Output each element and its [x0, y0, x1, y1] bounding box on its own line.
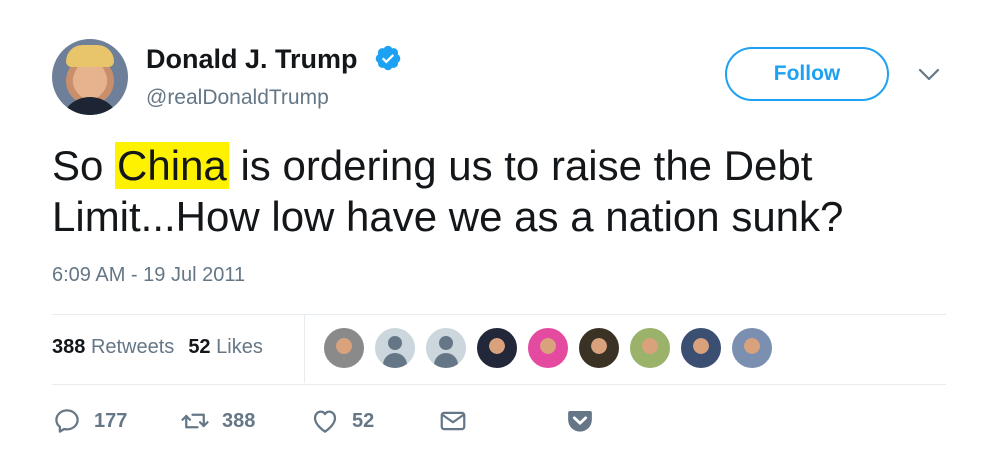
reply-count: 177 [94, 409, 128, 432]
pocket-button[interactable] [565, 404, 607, 438]
liker-avatar-6[interactable] [577, 326, 621, 370]
retweets-stat[interactable]: 388 Retweets [52, 336, 174, 358]
likers-avatars [322, 326, 781, 370]
avatar-suit [60, 97, 120, 115]
retweets-label: Retweets [90, 336, 175, 358]
avatar-hair [66, 45, 114, 67]
envelope-icon [440, 411, 466, 431]
likes-stat[interactable]: 52 Likes [188, 336, 263, 358]
tweet-timestamp[interactable]: 6:09 AM - 19 Jul 2011 [52, 264, 245, 287]
highlighted-word: China [115, 142, 229, 189]
chevron-down-icon[interactable] [918, 68, 940, 82]
author-handle[interactable]: @realDonaldTrump [146, 86, 329, 110]
liker-avatar-8[interactable] [679, 326, 723, 370]
tweet-stats: 388 Retweets 52 Likes [52, 336, 263, 359]
reply-button[interactable]: 177 [52, 404, 127, 438]
divider [52, 314, 946, 315]
likes-label: Likes [216, 336, 263, 358]
author-name[interactable]: Donald J. Trump [146, 44, 358, 75]
likes-count: 52 [188, 336, 211, 358]
liker-avatar-9[interactable] [730, 326, 774, 370]
tweet-text: So China is ordering us to raise the Deb… [52, 140, 952, 242]
liker-avatar-7[interactable] [628, 326, 672, 370]
retweets-count: 388 [52, 336, 86, 358]
like-button[interactable]: 52 [310, 404, 374, 438]
liker-avatar-5[interactable] [526, 326, 570, 370]
retweet-icon [181, 413, 209, 429]
retweet-button[interactable]: 388 [180, 404, 255, 438]
divider [304, 315, 305, 383]
retweet-count: 388 [222, 409, 256, 432]
liker-avatar-1[interactable] [322, 326, 366, 370]
divider [52, 384, 946, 385]
tweet-text-part: So [52, 142, 116, 189]
liker-avatar-2[interactable] [373, 326, 417, 370]
pocket-icon [568, 411, 592, 432]
follow-button[interactable]: Follow [725, 47, 889, 101]
verified-badge-icon [375, 45, 401, 71]
heart-icon [313, 410, 337, 433]
liker-avatar-3[interactable] [424, 326, 468, 370]
direct-message-button[interactable] [438, 404, 480, 438]
reply-icon [55, 409, 79, 433]
author-avatar[interactable] [52, 39, 128, 115]
like-count: 52 [352, 409, 375, 432]
liker-avatar-4[interactable] [475, 326, 519, 370]
